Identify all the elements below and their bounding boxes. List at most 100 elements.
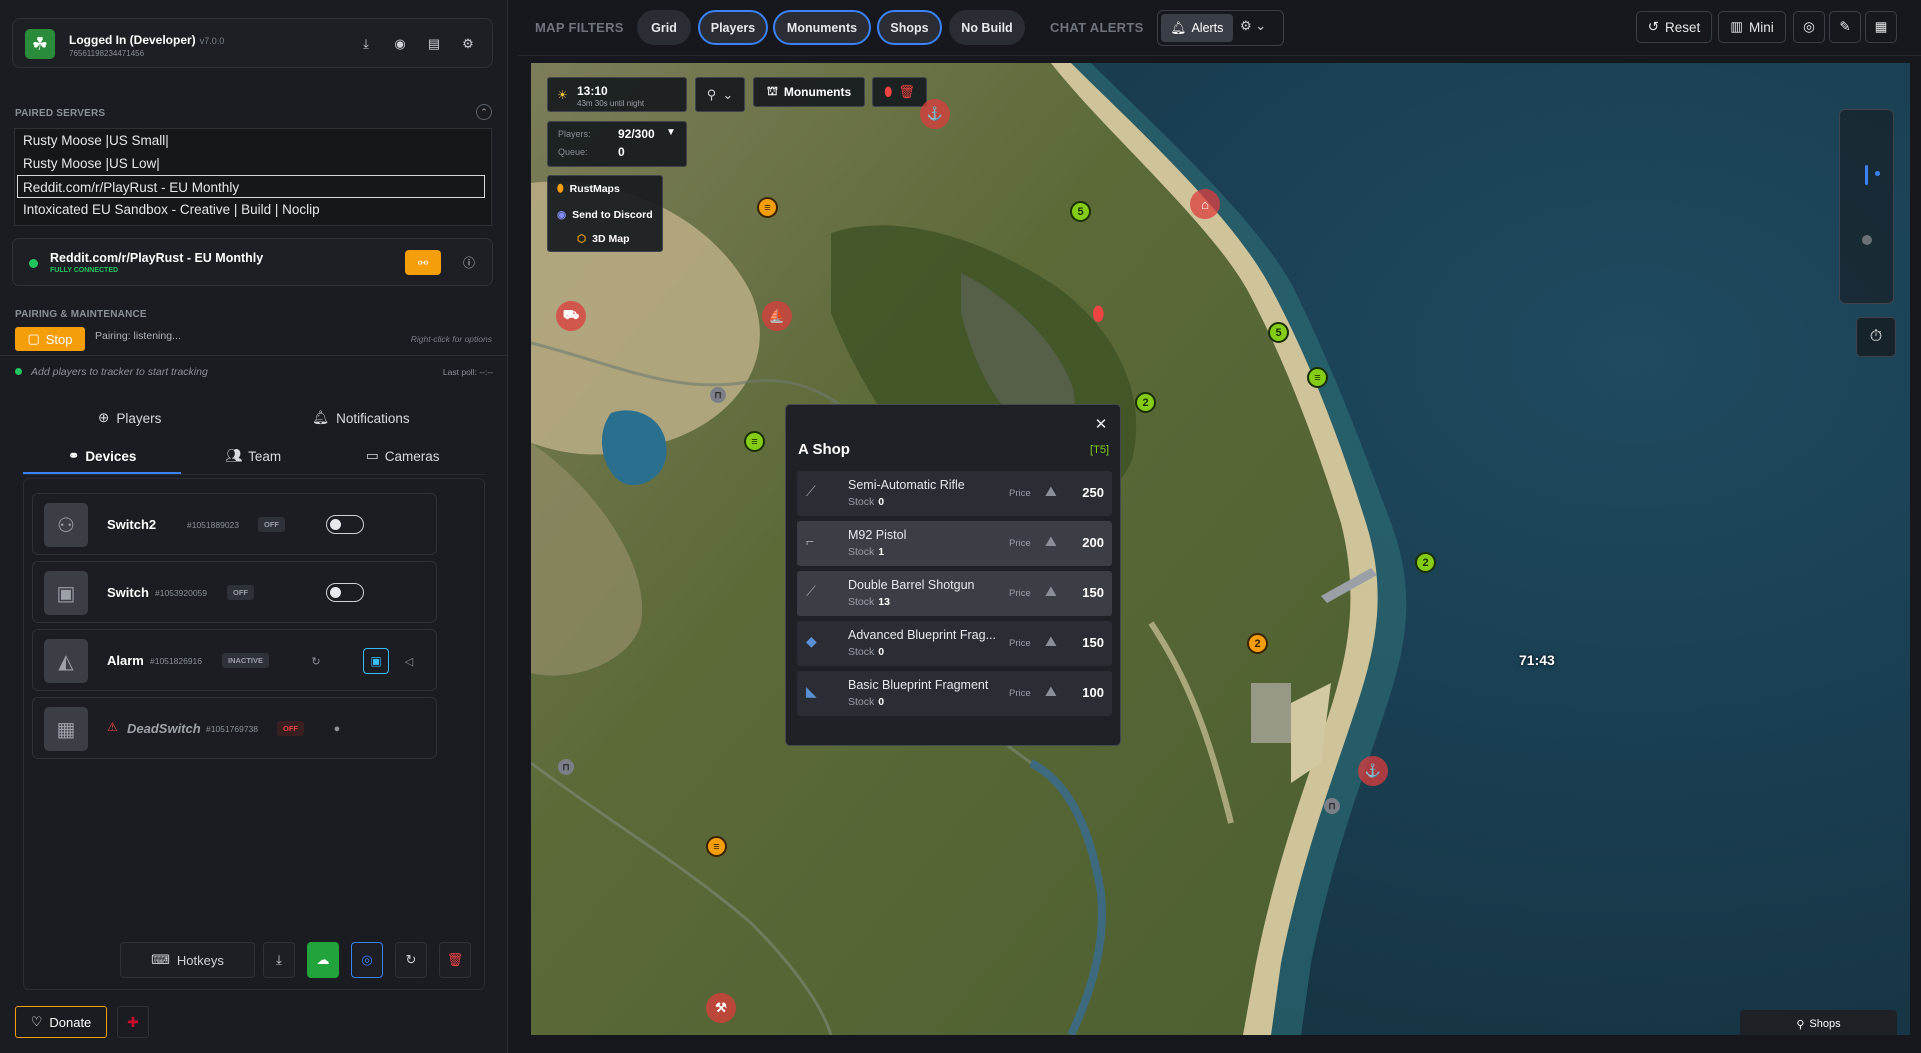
lighthouse-marker[interactable]: ⌂ [1190, 189, 1220, 219]
shops-tab[interactable]: ⚲ Shops [1740, 1010, 1897, 1035]
filter-shops[interactable]: Shops [877, 10, 942, 45]
monuments-button[interactable]: ⛫ Monuments [753, 77, 865, 107]
tab-notifications-label: Notifications [336, 410, 410, 426]
server-item-selected[interactable]: Reddit.com/r/PlayRust - EU Monthly [17, 175, 485, 198]
item-name: Basic Blueprint Fragment [848, 678, 989, 692]
monument-marker[interactable]: ⛟ [556, 301, 586, 331]
stop-button[interactable]: ▢ Stop [15, 327, 85, 351]
donate-button[interactable]: ♡ Donate [15, 1006, 107, 1038]
server-item[interactable]: Intoxicated EU Sandbox - Creative | Buil… [15, 198, 491, 221]
language-flag-button[interactable]: ✚ [117, 1006, 149, 1038]
filter-grid[interactable]: Grid [637, 10, 691, 45]
shop-marker[interactable]: 2 [1135, 392, 1156, 413]
close-icon[interactable]: ✕ [1089, 412, 1113, 436]
info-button[interactable]: ⓘ [456, 250, 482, 275]
shop-row[interactable]: ⟋ Semi-Automatic Rifle Stock 0 Price ⛰ 25… [797, 471, 1112, 516]
team-icon: 👥︎ [225, 448, 243, 463]
monument-marker[interactable]: ⛵ [762, 301, 792, 331]
tab-team[interactable]: 👥︎ Team [225, 448, 281, 464]
mini-button[interactable]: ▥ Mini [1718, 11, 1786, 43]
harbor-marker[interactable]: ⚓ [1358, 756, 1388, 786]
document-icon[interactable]: ▤ [420, 31, 448, 57]
map-view[interactable]: ☀ 13:10 43m 30s until night ⚲ ⌄ ⛫ Monument… [531, 63, 1910, 1035]
monument-marker[interactable]: ⚓ [920, 99, 950, 129]
monitor-button[interactable]: ▣ [363, 648, 389, 674]
queue-count: 0 [618, 145, 625, 159]
server-list[interactable]: Rusty Moose |US Small| Rusty Moose |US L… [14, 128, 492, 226]
tab-notifications[interactable]: 🔔︎ Notifications [312, 410, 410, 426]
tab-cameras[interactable]: ▭ Cameras [366, 448, 440, 464]
shop-marker[interactable]: ≡ [744, 431, 765, 452]
device-name: DeadSwitch [127, 721, 201, 736]
alerts-settings[interactable]: ⚙ ⌄ [1240, 18, 1266, 34]
target-button[interactable]: ◎ [351, 942, 383, 978]
tunnel-marker[interactable]: ⊓ [710, 387, 726, 403]
globe-icon: ⊕ [98, 410, 110, 425]
refresh-icon[interactable]: ↻ [305, 650, 327, 672]
hotkeys-button[interactable]: ⌨ Hotkeys [120, 942, 255, 978]
tab-players[interactable]: ⊕ Players [98, 410, 161, 426]
chevron-up-icon[interactable]: ⌃ [476, 104, 492, 120]
stock-value: 1 [878, 546, 885, 558]
send-discord-button[interactable]: ◉ Send to Discord [557, 209, 653, 221]
filter-no-build[interactable]: No Build [949, 10, 1025, 45]
server-item[interactable]: Rusty Moose |US Small| [15, 129, 491, 152]
speaker-icon[interactable]: ◁ [398, 650, 420, 672]
time-widget: ☀ 13:10 43m 30s until night [547, 77, 687, 112]
map-pin-icon[interactable]: ⬮ [1092, 303, 1105, 326]
device-card[interactable]: ▣ Switch #1053920059 OFF [32, 561, 437, 623]
shop-row[interactable]: ⟋ Double Barrel Shotgun Stock 13 Price ⛰ … [797, 571, 1112, 616]
delete-button[interactable]: 🗑︎ [439, 942, 471, 978]
shop-marker[interactable]: ≡ [757, 197, 778, 218]
cloud-button[interactable]: ☁ [307, 942, 339, 978]
shop-marker[interactable]: ≡ [1307, 367, 1328, 388]
target-button[interactable]: ◎ [1793, 11, 1825, 43]
shop-row[interactable]: ◣ Basic Blueprint Fragment Stock 0 Price … [797, 671, 1112, 716]
player-select[interactable]: ⚲ ⌄ [695, 77, 745, 112]
device-card[interactable]: ◭ Alarm #1051826916 INACTIVE ↻ ▣ ◁ [32, 629, 437, 691]
alerts-toggle[interactable]: 🔔︎ Alerts [1161, 14, 1233, 42]
server-item[interactable]: Rusty Moose |US Low| [15, 152, 491, 175]
app-version: v7.0.0 [199, 36, 225, 46]
filter-players[interactable]: Players [698, 10, 768, 45]
chevron-down-icon[interactable]: ▼ [666, 127, 676, 138]
shop-marker[interactable]: 5 [1070, 201, 1091, 222]
shop-row[interactable]: ⌐ M92 Pistol Stock 1 Price ⛰ 200 [797, 521, 1112, 566]
uk-flag-icon: ✚ [127, 1013, 139, 1030]
shops-tab-label: Shops [1809, 1018, 1841, 1030]
device-name: Alarm [107, 653, 144, 668]
refresh-button[interactable]: ↻ [395, 942, 427, 978]
price-item-icon: ⛰ [1045, 683, 1057, 699]
device-toggle[interactable] [326, 583, 364, 602]
stock-label: Stock [848, 496, 875, 508]
tunnel-marker[interactable]: ⊓ [1324, 798, 1340, 814]
download-button[interactable]: ⤓ [263, 942, 295, 978]
shop-marker[interactable]: 2 [1247, 633, 1268, 654]
reset-button[interactable]: ↺ Reset [1636, 11, 1712, 43]
download-icon[interactable]: ⤓ [352, 31, 380, 57]
stock-label: Stock [848, 596, 875, 608]
link-button[interactable]: ⚯ [405, 250, 441, 275]
marker-tools[interactable]: ⬮ 🗑︎ [872, 77, 927, 107]
discord-icon[interactable]: ◉ [386, 31, 414, 57]
edit-button[interactable]: ✎ [1829, 11, 1861, 43]
device-toggle[interactable] [326, 515, 364, 534]
shop-row[interactable]: ◆ Advanced Blueprint Frag... Stock 0 Pric… [797, 621, 1112, 666]
shop-marker[interactable]: 5 [1268, 322, 1289, 343]
rustmaps-link[interactable]: ⬮ RustMaps [557, 183, 620, 196]
price-label: Price [1009, 638, 1031, 649]
timer-button[interactable]: ⏱ [1856, 317, 1896, 357]
shop-marker[interactable]: 2 [1415, 552, 1436, 573]
filter-monuments[interactable]: Monuments [773, 10, 871, 45]
tab-devices[interactable]: ⚭ Devices [68, 448, 136, 464]
zoom-panel[interactable] [1839, 109, 1894, 304]
map-3d-button[interactable]: ⬡ 3D Map [577, 233, 630, 245]
monument-marker[interactable]: ⚒ [706, 993, 736, 1023]
mini-label: Mini [1749, 19, 1774, 35]
device-card[interactable]: ▦ ⚠ DeadSwitch #1051769738 OFF ● [32, 697, 437, 759]
tunnel-marker[interactable]: ⊓ [558, 759, 574, 775]
calculator-button[interactable]: ▦ [1865, 11, 1897, 43]
device-card[interactable]: ⚇ Switch2 #1051889023 OFF [32, 493, 437, 555]
gear-icon[interactable]: ⚙ [454, 31, 482, 57]
shop-marker[interactable]: ≡ [706, 836, 727, 857]
